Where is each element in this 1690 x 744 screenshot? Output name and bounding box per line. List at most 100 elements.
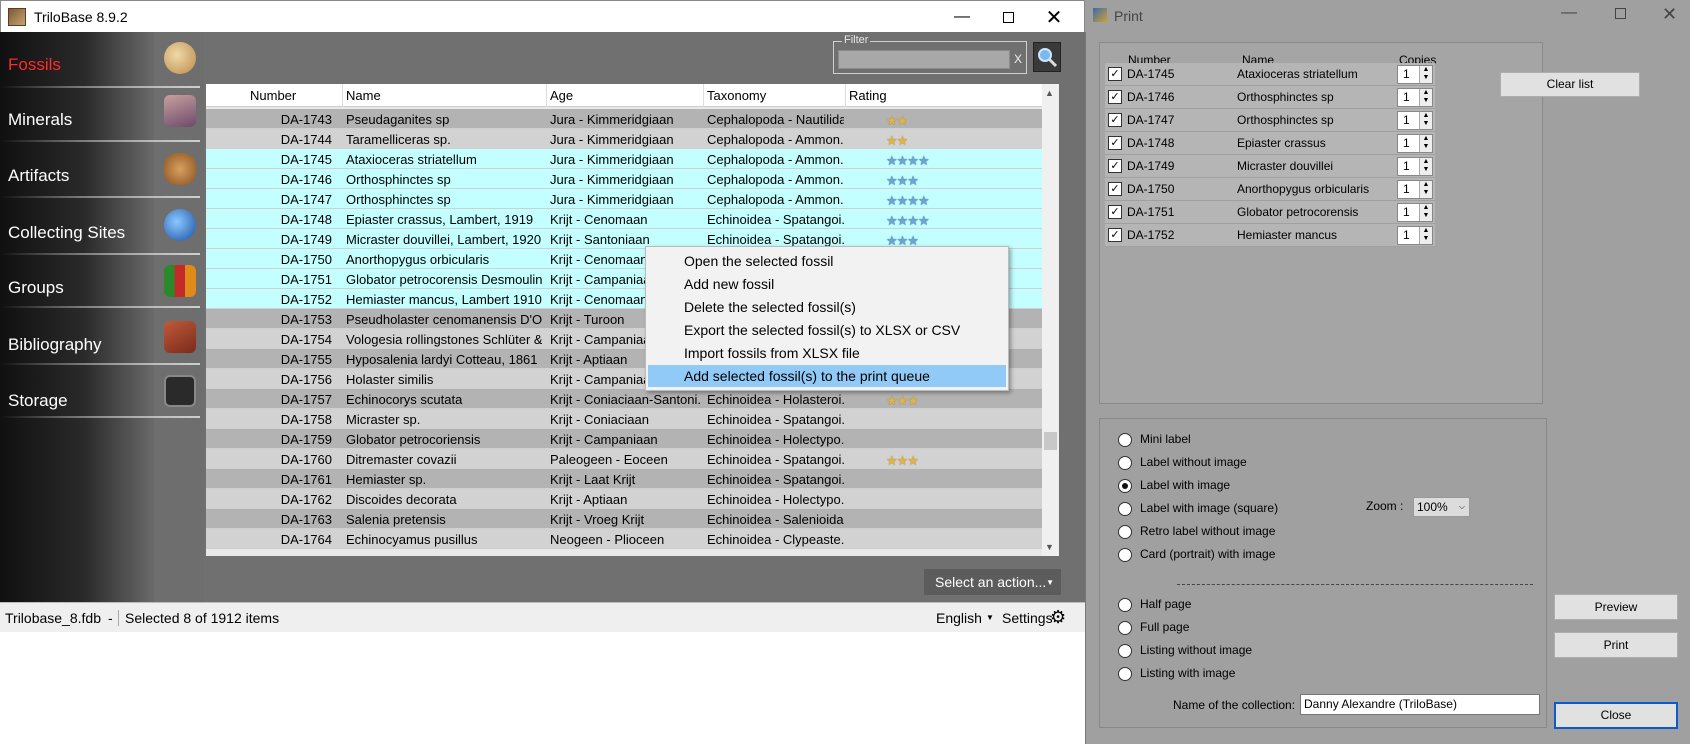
nav-bibliography[interactable]: Bibliography: [8, 335, 102, 355]
zoom-select[interactable]: 100% ⌵: [1413, 497, 1470, 517]
filter-input[interactable]: [838, 50, 1010, 69]
option-radio[interactable]: [1118, 667, 1132, 681]
print-queue-row[interactable]: ✓ DA-1751 Globator petrocorensis 1 ▲ ▼: [1105, 201, 1435, 224]
option-label[interactable]: Label with image: [1140, 478, 1230, 492]
menu-export-fossils[interactable]: Export the selected fossil(s) to XLSX or…: [648, 319, 1006, 341]
gear-icon[interactable]: ⚙: [1050, 607, 1066, 628]
option-radio[interactable]: [1118, 479, 1132, 493]
table-row[interactable]: DA-1745 Ataxioceras striatellum Jura - Kim…: [206, 149, 1042, 169]
menu-delete-fossils[interactable]: Delete the selected fossil(s): [648, 296, 1006, 318]
include-checkbox[interactable]: ✓: [1108, 159, 1122, 173]
copies-stepper[interactable]: 1 ▲ ▼: [1397, 203, 1433, 222]
print-queue-row[interactable]: ✓ DA-1745 Ataxioceras striatellum 1 ▲ ▼: [1105, 63, 1435, 86]
copies-stepper[interactable]: 1 ▲ ▼: [1397, 111, 1433, 130]
minimize-button[interactable]: —: [939, 1, 985, 33]
option-label[interactable]: Listing without image: [1140, 643, 1252, 657]
stepper-arrows-icon[interactable]: ▲ ▼: [1419, 158, 1432, 175]
include-checkbox[interactable]: ✓: [1108, 136, 1122, 150]
print-queue-row[interactable]: ✓ DA-1749 Micraster douvillei 1 ▲ ▼: [1105, 155, 1435, 178]
language-selector[interactable]: English: [936, 610, 982, 626]
print-queue-row[interactable]: ✓ DA-1746 Orthosphinctes sp 1 ▲ ▼: [1105, 86, 1435, 109]
mineral-icon[interactable]: [164, 95, 196, 127]
menu-open-fossil[interactable]: Open the selected fossil: [648, 250, 1006, 272]
column-header-rating[interactable]: Rating: [849, 88, 887, 103]
copies-stepper[interactable]: 1 ▲ ▼: [1397, 226, 1433, 245]
option-radio[interactable]: [1118, 598, 1132, 612]
scroll-down-icon[interactable]: ▼: [1045, 542, 1054, 552]
option-radio[interactable]: [1118, 433, 1132, 447]
book-icon[interactable]: [164, 321, 196, 353]
include-checkbox[interactable]: ✓: [1108, 205, 1122, 219]
search-button[interactable]: [1033, 42, 1061, 72]
include-checkbox[interactable]: ✓: [1108, 67, 1122, 81]
column-header-name[interactable]: Name: [346, 88, 381, 103]
table-row[interactable]: DA-1746 Orthosphinctes sp Jura - Kimmeridg…: [206, 169, 1042, 189]
table-row[interactable]: DA-1743 Pseudaganites sp Jura - Kimmeridgi…: [206, 109, 1042, 129]
include-checkbox[interactable]: ✓: [1108, 90, 1122, 104]
table-row[interactable]: DA-1762 Discoides decorata Krijt - Aptiaan…: [206, 489, 1042, 509]
table-row[interactable]: DA-1758 Micraster sp. Krijt - Coniaciaan Ec…: [206, 409, 1042, 429]
scroll-up-icon[interactable]: ▲: [1045, 88, 1054, 98]
compass-icon[interactable]: [164, 209, 196, 241]
option-radio[interactable]: [1118, 456, 1132, 470]
option-label[interactable]: Full page: [1140, 620, 1189, 634]
copies-stepper[interactable]: 1 ▲ ▼: [1397, 88, 1433, 107]
table-row[interactable]: DA-1748 Epiaster crassus, Lambert, 1919 Kr…: [206, 209, 1042, 229]
collection-name-input[interactable]: Danny Alexandre (TriloBase): [1300, 694, 1540, 715]
close-button[interactable]: Close: [1554, 702, 1678, 729]
menu-add-to-print-queue[interactable]: Add selected fossil(s) to the print queu…: [648, 365, 1006, 387]
table-row[interactable]: DA-1747 Orthosphinctes sp Jura - Kimmeridg…: [206, 189, 1042, 209]
table-row[interactable]: DA-1757 Echinocorys scutata Krijt - Coniac…: [206, 389, 1042, 409]
print-queue-row[interactable]: ✓ DA-1748 Epiaster crassus 1 ▲ ▼: [1105, 132, 1435, 155]
table-row[interactable]: DA-1764 Echinocyamus pusillus Neogeen - Pl…: [206, 529, 1042, 549]
safe-icon[interactable]: [164, 375, 196, 407]
print-queue-row[interactable]: ✓ DA-1750 Anorthopygus orbicularis 1 ▲ ▼: [1105, 178, 1435, 201]
stepper-arrows-icon[interactable]: ▲ ▼: [1419, 181, 1432, 198]
nav-collecting-sites[interactable]: Collecting Sites: [8, 223, 125, 243]
column-header-number[interactable]: Number: [250, 88, 296, 103]
copies-stepper[interactable]: 1 ▲ ▼: [1397, 134, 1433, 153]
print-minimize-button[interactable]: —: [1561, 4, 1577, 22]
table-row[interactable]: DA-1759 Globator petrocoriensis Krijt - Ca…: [206, 429, 1042, 449]
print-button[interactable]: Print: [1554, 632, 1678, 658]
copies-stepper[interactable]: 1 ▲ ▼: [1397, 180, 1433, 199]
clear-list-button[interactable]: Clear list: [1500, 72, 1640, 97]
ammonite-icon[interactable]: [164, 42, 196, 74]
nav-artifacts[interactable]: Artifacts: [8, 166, 69, 186]
option-label[interactable]: Mini label: [1140, 432, 1191, 446]
filter-clear-button[interactable]: X: [1012, 50, 1024, 69]
option-radio[interactable]: [1118, 644, 1132, 658]
settings-button[interactable]: Settings: [1002, 610, 1053, 626]
table-scrollbar[interactable]: ▲ ▼: [1042, 84, 1059, 556]
option-label[interactable]: Half page: [1140, 597, 1191, 611]
nav-groups[interactable]: Groups: [8, 278, 64, 298]
option-label[interactable]: Card (portrait) with image: [1140, 547, 1275, 561]
stepper-arrows-icon[interactable]: ▲ ▼: [1419, 112, 1432, 129]
stepper-arrows-icon[interactable]: ▲ ▼: [1419, 66, 1432, 83]
stepper-arrows-icon[interactable]: ▲ ▼: [1419, 204, 1432, 221]
option-label[interactable]: Label without image: [1140, 455, 1247, 469]
include-checkbox[interactable]: ✓: [1108, 113, 1122, 127]
option-radio[interactable]: [1118, 548, 1132, 562]
close-window-button[interactable]: ✕: [1031, 1, 1077, 33]
table-row[interactable]: DA-1763 Salenia pretensis Krijt - Vroeg Kr…: [206, 509, 1042, 529]
table-row[interactable]: DA-1744 Taramelliceras sp. Jura - Kimmerid…: [206, 129, 1042, 149]
copies-stepper[interactable]: 1 ▲ ▼: [1397, 157, 1433, 176]
print-close-window-button[interactable]: ✕: [1662, 4, 1677, 25]
pottery-icon[interactable]: [164, 153, 196, 185]
stepper-arrows-icon[interactable]: ▲ ▼: [1419, 89, 1432, 106]
nav-fossils[interactable]: Fossils: [8, 55, 61, 75]
select-action-button[interactable]: Select an action... ▼: [924, 569, 1061, 595]
option-label[interactable]: Retro label without image: [1140, 524, 1275, 538]
include-checkbox[interactable]: ✓: [1108, 228, 1122, 242]
nav-storage[interactable]: Storage: [8, 391, 68, 411]
option-radio[interactable]: [1118, 502, 1132, 516]
column-header-age[interactable]: Age: [550, 88, 573, 103]
print-maximize-button[interactable]: [1615, 8, 1626, 19]
stepper-arrows-icon[interactable]: ▲ ▼: [1419, 227, 1432, 244]
option-label[interactable]: Listing with image: [1140, 666, 1235, 680]
preview-button[interactable]: Preview: [1554, 594, 1678, 620]
copies-stepper[interactable]: 1 ▲ ▼: [1397, 65, 1433, 84]
option-radio[interactable]: [1118, 525, 1132, 539]
folders-icon[interactable]: [164, 265, 196, 297]
